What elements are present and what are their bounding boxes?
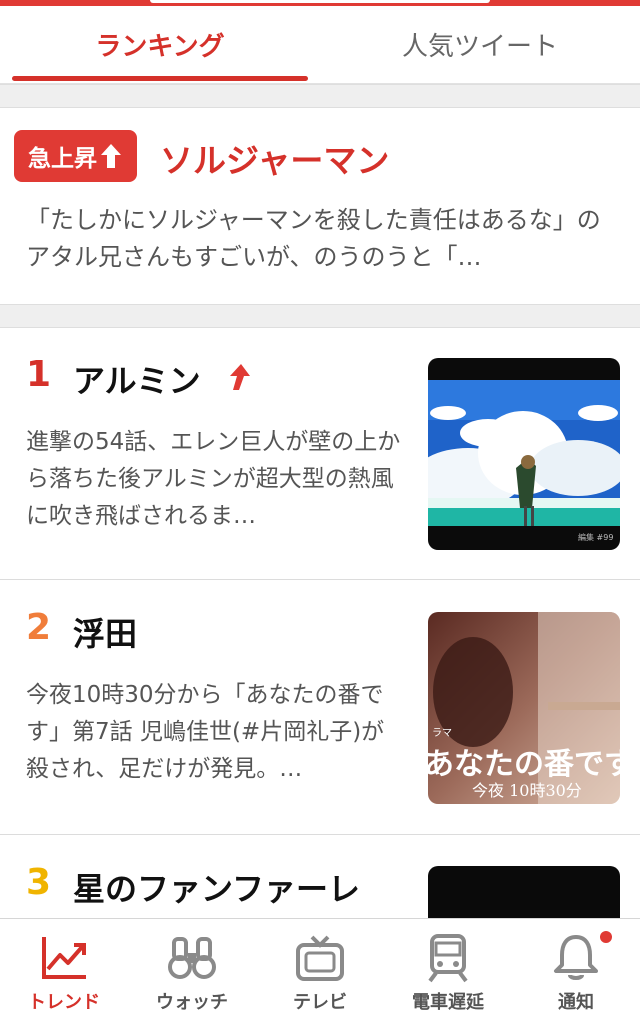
nav-train-delay-label: 電車遅延 xyxy=(412,992,484,1013)
rising-trend-card[interactable]: 急上昇 ソルジャーマン 「たしかにソルジャーマンを殺した責任はあるな」のアタル兄… xyxy=(0,108,640,304)
trend-up-icon xyxy=(230,364,250,390)
ranking-item-1[interactable]: 1 アルミン 進撃の54話、エレン巨人が壁の上から落ちた後アルミンが超大型の熱風… xyxy=(0,328,640,580)
nav-tv[interactable]: テレビ xyxy=(256,919,384,1017)
rising-badge-label: 急上昇 xyxy=(28,146,97,172)
rank-number: 2 xyxy=(26,607,52,648)
ranking-item-description: 今夜10時30分から「あなたの番です」第7話 児嶋佳世(#片岡礼子)が殺され、足… xyxy=(26,682,385,782)
section-divider xyxy=(0,84,640,108)
ranking-item-2[interactable]: 2 浮田 今夜10時30分から「あなたの番です」第7話 児嶋佳世(#片岡礼子)が… xyxy=(0,581,640,835)
notification-badge xyxy=(600,931,612,943)
rising-description: 「たしかにソルジャーマンを殺した責任はあるな」のアタル兄さんもすごいが、のうのう… xyxy=(26,206,601,271)
up-arrow-icon xyxy=(101,144,121,168)
tab-bar: ランキング 人気ツイート xyxy=(0,6,640,84)
nav-trend-label: トレンド xyxy=(28,992,100,1013)
rank-number: 3 xyxy=(26,862,52,903)
bottom-navigation: トレンド ウォッチ テレビ 電車遅延 通知 xyxy=(0,918,640,1017)
ranking-item-description: 進撃の54話、エレン巨人が壁の上から落ちた後アルミンが超大型の熱風に吹き飛ばされ… xyxy=(26,429,401,529)
train-icon xyxy=(428,934,468,983)
thumbnail-caption-title: あなたの番です xyxy=(428,747,620,782)
nav-notifications[interactable]: 通知 xyxy=(512,919,640,1017)
nav-tv-label: テレビ xyxy=(293,992,347,1013)
drama-thumbnail: ラマ あなたの番です 今夜 10時30分 xyxy=(428,612,620,804)
ranking-item-3[interactable]: 3 星のファンファーレ xyxy=(0,836,640,918)
tab-ranking[interactable]: ランキング xyxy=(0,6,320,83)
rising-title: ソルジャーマン xyxy=(160,141,390,180)
nav-watch-label: ウォッチ xyxy=(156,992,228,1013)
rank-number: 1 xyxy=(26,354,52,395)
ranking-item-title: 星のファンファーレ xyxy=(73,870,361,908)
nav-watch[interactable]: ウォッチ xyxy=(128,919,256,1017)
thumbnail-caption-time: 今夜 10時30分 xyxy=(472,781,582,800)
tv-icon xyxy=(296,935,344,981)
tab-popular-tweets[interactable]: 人気ツイート xyxy=(320,6,640,83)
ranking-item-title: 浮田 xyxy=(73,615,138,653)
thumbnail-caption: 編集 #99 xyxy=(578,532,613,542)
thumbnail-caption-small: ラマ xyxy=(432,727,452,739)
nav-trend[interactable]: トレンド xyxy=(0,919,128,1017)
trend-chart-icon xyxy=(42,937,86,979)
black-thumbnail xyxy=(428,866,620,918)
bell-icon xyxy=(554,935,598,980)
section-divider xyxy=(0,304,640,328)
nav-notifications-label: 通知 xyxy=(558,992,594,1013)
rising-badge: 急上昇 xyxy=(14,130,137,182)
ranking-item-title: アルミン xyxy=(73,362,201,400)
anime-sky-thumbnail: 編集 #99 xyxy=(428,358,620,550)
binoculars-icon xyxy=(168,937,216,979)
nav-train-delay[interactable]: 電車遅延 xyxy=(384,919,512,1017)
